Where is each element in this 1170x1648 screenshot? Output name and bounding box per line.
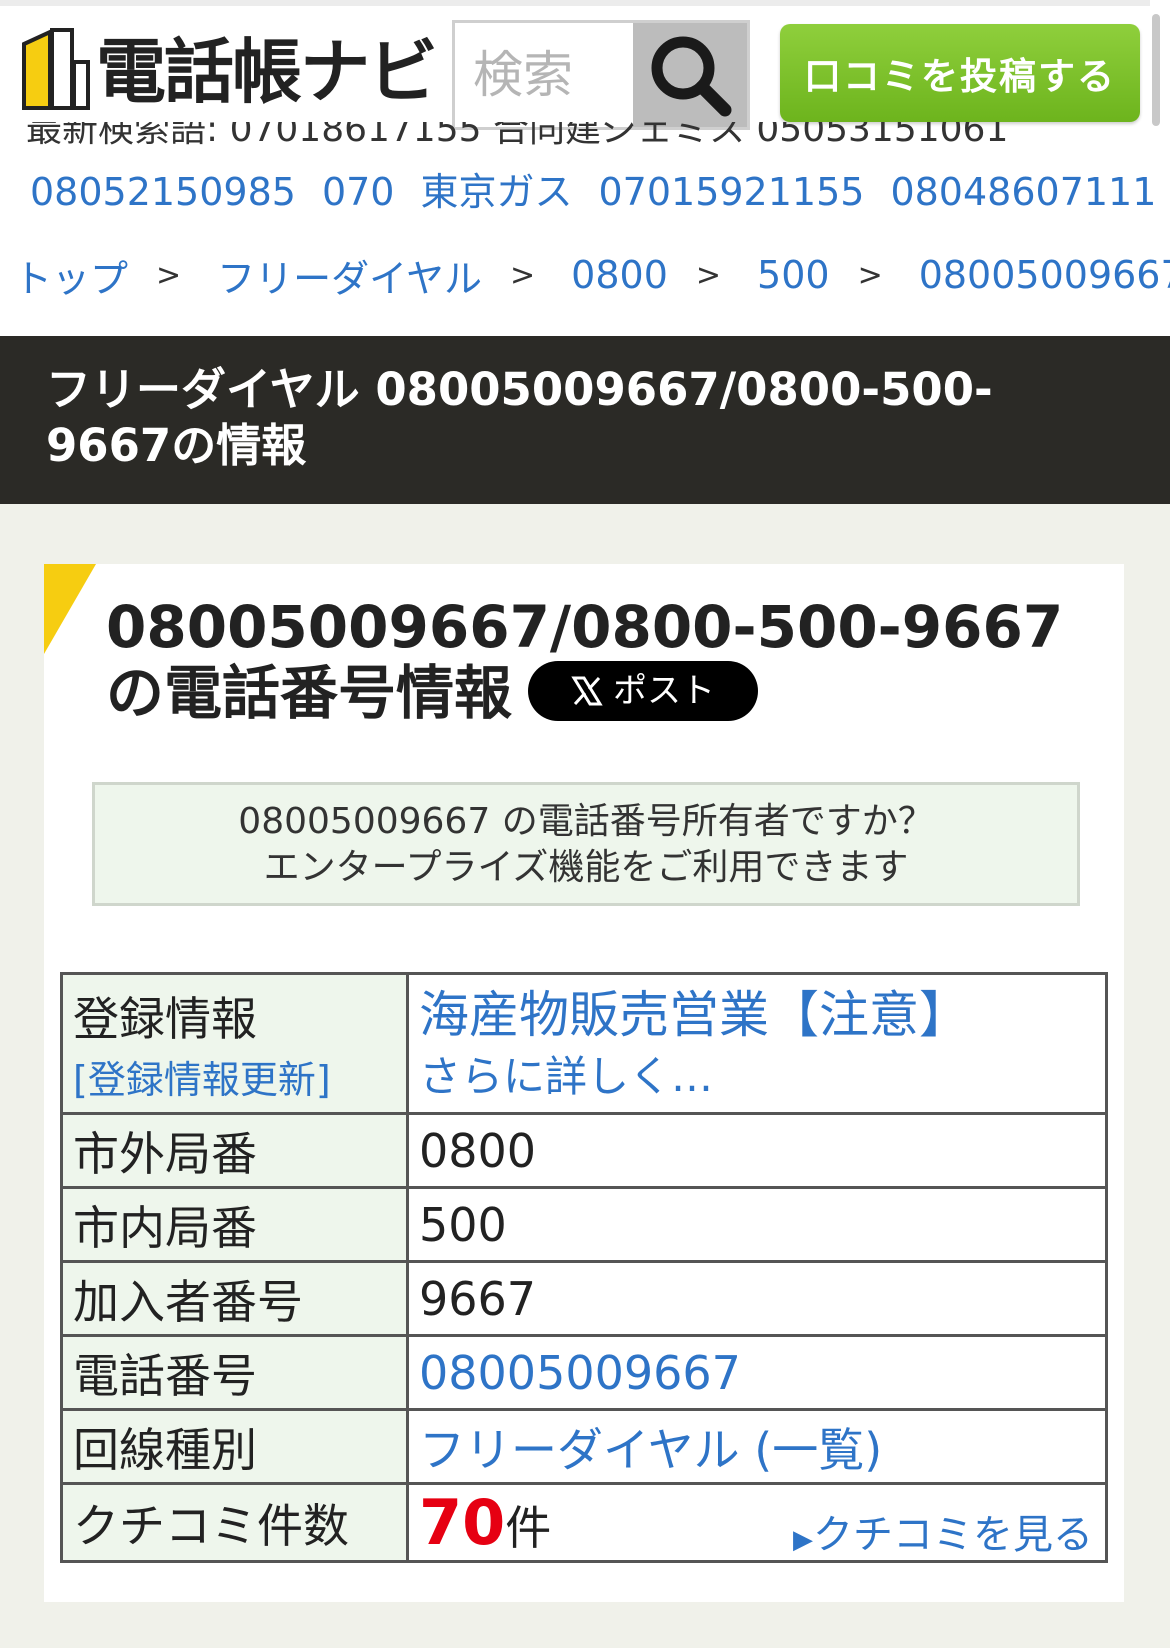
review-count: 70 xyxy=(419,1485,506,1559)
breadcrumb-separator: > xyxy=(857,257,883,293)
more-details-link[interactable]: さらに詳しく… xyxy=(419,1048,1105,1106)
search-button[interactable] xyxy=(633,23,747,127)
scrollbar[interactable] xyxy=(1152,14,1160,126)
breadcrumb-local-code[interactable]: 500 xyxy=(757,253,830,297)
building-logo-icon xyxy=(22,28,90,110)
registration-label-cell: 登録情報 [登録情報更新] xyxy=(60,972,409,1115)
see-reviews-link[interactable]: ▶クチコミを見る xyxy=(793,1502,1093,1560)
phone-info-table: 登録情報 [登録情報更新] 海産物販売営業【注意】 さらに詳しく… 市外局番 0… xyxy=(60,972,1108,1563)
search-form xyxy=(452,20,750,130)
owner-enterprise-box[interactable]: 08005009667 の電話番号所有者ですか？ エンタープライズ機能をご利用で… xyxy=(92,782,1080,906)
breadcrumb-free-dial[interactable]: フリーダイヤル xyxy=(217,248,482,303)
local-code-label: 市内局番 xyxy=(60,1186,409,1263)
review-count-cell: 70件 ▶クチコミを見る xyxy=(406,1482,1108,1563)
see-reviews-label: クチコミを見る xyxy=(813,1511,1093,1558)
phone-number-value-cell: 08005009667 xyxy=(406,1334,1108,1411)
site-logo[interactable]: 電話帳ナビ xyxy=(20,22,438,112)
breadcrumb-separator: > xyxy=(156,257,182,293)
area-code-label: 市外局番 xyxy=(60,1112,409,1189)
post-review-button[interactable]: 口コミを投稿する xyxy=(780,24,1140,122)
table-row: 回線種別 フリーダイヤル (一覧) xyxy=(60,1408,1108,1485)
card-title-suffix: の電話番号情報 xyxy=(106,659,513,727)
registration-label: 登録情報 xyxy=(73,992,257,1046)
page-title-bar: フリーダイヤル 08005009667/0800-500-9667の情報 xyxy=(0,336,1170,504)
subscriber-number-label: 加入者番号 xyxy=(60,1260,409,1337)
logo-text: 電話帳ナビ xyxy=(96,31,438,113)
line-type-value-cell: フリーダイヤル (一覧) xyxy=(406,1408,1108,1485)
recent-link[interactable]: 東京ガス xyxy=(420,168,572,218)
x-post-label: ポスト xyxy=(613,670,716,711)
recent-link[interactable]: 070 xyxy=(322,168,395,218)
phone-number-link[interactable]: 08005009667 xyxy=(419,1346,741,1400)
x-logo-icon xyxy=(571,676,603,706)
breadcrumb-separator: > xyxy=(510,257,536,293)
registration-value-link[interactable]: 海産物販売営業【注意】 xyxy=(419,982,1105,1048)
recent-searches-clipped: 最新検索語: 07018617155 合同建ジェミス 05053151061 xyxy=(26,122,1126,154)
number-info-card: 08005009667/0800-500-9667 の電話番号情報 ポスト 080… xyxy=(44,564,1124,1602)
card-title: 08005009667/0800-500-9667 の電話番号情報 ポスト xyxy=(106,594,1106,727)
search-input[interactable] xyxy=(455,23,635,127)
review-count-label: クチコミ件数 xyxy=(60,1482,409,1563)
table-row: 登録情報 [登録情報更新] 海産物販売営業【注意】 さらに詳しく… xyxy=(60,972,1108,1115)
triangle-right-icon: ▶ xyxy=(793,1524,813,1555)
card-title-number: 08005009667/0800-500-9667 xyxy=(106,593,1064,661)
subscriber-number-value: 9667 xyxy=(406,1260,1108,1337)
review-count-unit: 件 xyxy=(505,1500,552,1555)
recent-link[interactable]: 08048607111 xyxy=(890,168,1156,218)
local-code-value: 500 xyxy=(406,1186,1108,1263)
line-type-label: 回線種別 xyxy=(60,1408,409,1485)
breadcrumb: トップ > フリーダイヤル > 0800 > 500 > 08005009667 xyxy=(14,248,1170,302)
table-row: 電話番号 08005009667 xyxy=(60,1334,1108,1411)
registration-value-cell: 海産物販売営業【注意】 さらに詳しく… xyxy=(406,972,1108,1115)
page-title: フリーダイヤル 08005009667/0800-500-9667の情報 xyxy=(46,363,993,472)
corner-accent xyxy=(44,564,96,654)
area-code-value: 0800 xyxy=(406,1112,1108,1189)
phone-number-label: 電話番号 xyxy=(60,1334,409,1411)
table-row: 市内局番 500 xyxy=(60,1186,1108,1263)
table-row: 加入者番号 9667 xyxy=(60,1260,1108,1337)
site-header: 電話帳ナビ 口コミを投稿する 最新検索語: 07018617155 合同建ジェミ… xyxy=(0,0,1170,336)
search-icon xyxy=(651,36,732,117)
top-divider xyxy=(0,0,1150,6)
breadcrumb-number[interactable]: 08005009667 xyxy=(919,253,1170,297)
recent-search-links: 08052150985 070 東京ガス 07015921155 0804860… xyxy=(30,168,1156,218)
line-type-link[interactable]: フリーダイヤル (一覧) xyxy=(419,1423,882,1477)
breadcrumb-top[interactable]: トップ xyxy=(14,248,128,303)
registration-update-link[interactable]: [登録情報更新] xyxy=(73,1058,331,1102)
table-row: 市外局番 0800 xyxy=(60,1112,1108,1189)
enterprise-notice: エンタープライズ機能をご利用できます xyxy=(263,847,909,888)
recent-link[interactable]: 07015921155 xyxy=(599,168,865,218)
breadcrumb-separator: > xyxy=(695,257,722,293)
breadcrumb-area-code[interactable]: 0800 xyxy=(571,253,668,297)
owner-question: 08005009667 の電話番号所有者ですか？ xyxy=(238,801,934,842)
table-row: クチコミ件数 70件 ▶クチコミを見る xyxy=(60,1482,1108,1563)
recent-searches-label: 最新検索語: 07018617155 合同建ジェミス 05053151061 xyxy=(26,122,1009,150)
x-post-button[interactable]: ポスト xyxy=(528,660,759,721)
recent-link[interactable]: 08052150985 xyxy=(30,168,296,218)
